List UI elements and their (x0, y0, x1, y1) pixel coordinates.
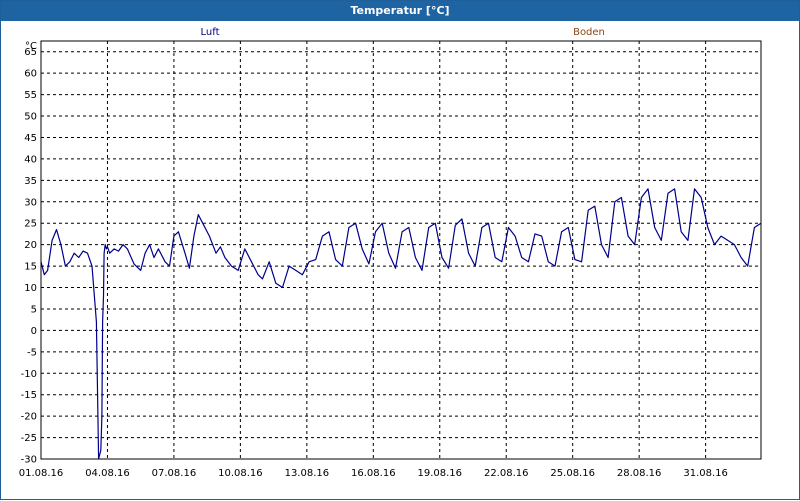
y-tick-label: 35 (24, 176, 37, 187)
y-tick-label: 10 (24, 283, 37, 294)
y-tick-label: 15 (24, 262, 37, 273)
legend-item-luft: Luft (201, 27, 220, 38)
y-tick-label: 25 (24, 219, 37, 230)
x-tick-label: 28.08.16 (617, 468, 662, 479)
legend-item-boden: Boden (573, 27, 605, 38)
y-tick-label: -20 (21, 412, 37, 423)
y-tick-label: -25 (21, 433, 37, 444)
y-tick-label: 5 (31, 304, 37, 315)
y-tick-label: -5 (27, 347, 37, 358)
chart-window: Temperatur [°C] Luft Boden -30 -25 -20 -15-… (0, 0, 800, 500)
x-tick-label: 16.08.16 (351, 468, 396, 479)
plot-area (40, 40, 762, 460)
y-tick-label: 30 (24, 197, 37, 208)
x-tick-label: 31.08.16 (683, 468, 728, 479)
y-tick-label: 40 (24, 154, 37, 165)
temperature-chart: Luft Boden -30 -25 -20 -15 -10 -5 0 5 10 15 20 25 30… (19, 27, 762, 479)
x-tick-label: 07.08.16 (152, 468, 197, 479)
x-tick-label: 13.08.16 (285, 468, 330, 479)
y-tick-label: 0 (31, 326, 37, 337)
y-tick-label: 45 (24, 133, 37, 144)
y-tick-label: 55 (24, 90, 37, 101)
y-axis-label: °C (25, 41, 37, 52)
y-tick-label: 60 (24, 69, 37, 80)
x-tick-label: 01.08.16 (19, 468, 64, 479)
y-tick-label: -10 (21, 369, 37, 380)
y-tick-label: -15 (21, 390, 37, 401)
y-tick-label: 20 (24, 240, 37, 251)
y-tick-label: -30 (21, 455, 37, 466)
x-tick-label: 19.08.16 (418, 468, 463, 479)
x-tick-label: 04.08.16 (85, 468, 130, 479)
x-tick-label: 10.08.16 (218, 468, 263, 479)
x-tick-label: 25.08.16 (550, 468, 595, 479)
x-tick-label: 22.08.16 (484, 468, 529, 479)
y-tick-label: 50 (24, 112, 37, 123)
